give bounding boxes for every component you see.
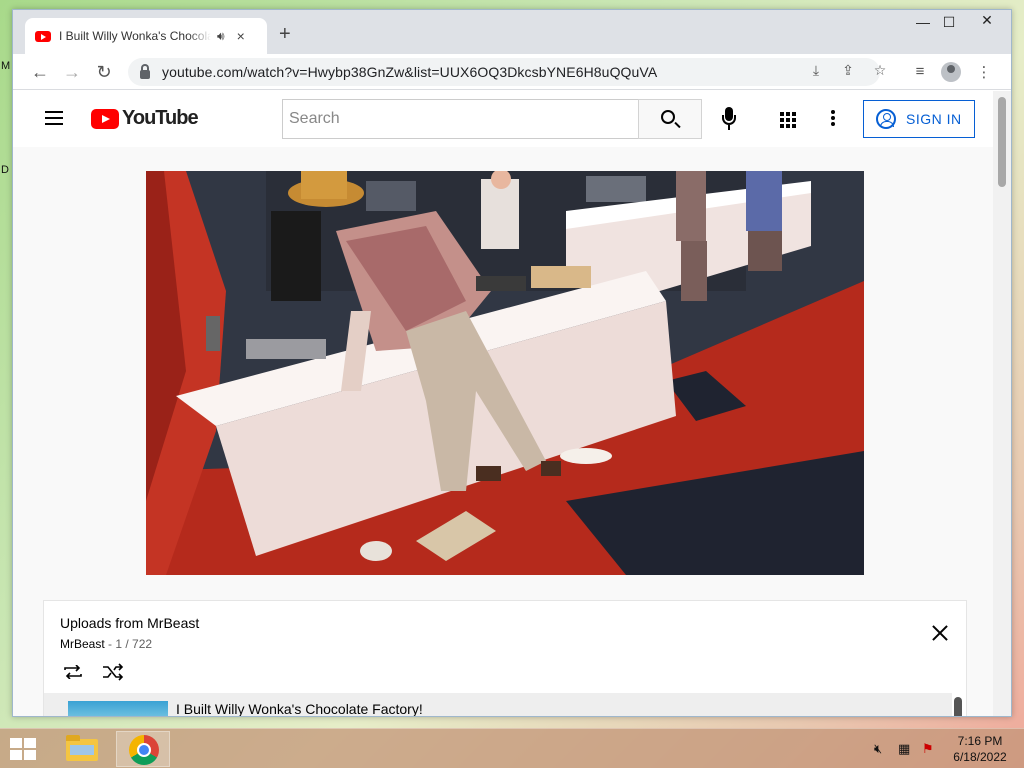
youtube-header: YouTube Search SIGN IN xyxy=(13,91,993,147)
youtube-logo-text: YouTube xyxy=(122,107,199,129)
microphone-icon[interactable] xyxy=(719,107,741,131)
search-icon xyxy=(661,110,675,124)
apps-grid-icon[interactable] xyxy=(780,112,796,128)
loop-icon[interactable] xyxy=(62,665,84,679)
playlist-position: - 1 / 722 xyxy=(104,637,153,651)
reload-button[interactable]: ↻ xyxy=(93,61,115,83)
start-button[interactable] xyxy=(10,738,38,762)
video-player[interactable] xyxy=(146,171,864,575)
action-center-alert-icon[interactable]: ⚑ xyxy=(922,741,934,757)
tab-title: I Built Willy Wonka's Chocolate Factory! xyxy=(59,29,211,43)
playlist-title[interactable]: Uploads from MrBeast xyxy=(60,615,199,631)
taskbar-chrome[interactable] xyxy=(116,731,170,767)
taskbar: 🔇︎ ▦ ⚑ 7:16 PM 6/18/2022 xyxy=(0,728,1024,768)
playlist-owner[interactable]: MrBeast xyxy=(60,637,105,651)
star-icon[interactable]: ☆ xyxy=(870,62,890,79)
system-clock[interactable]: 7:16 PM 6/18/2022 xyxy=(950,733,1010,765)
browser-tab[interactable]: I Built Willy Wonka's Chocolate Factory!… xyxy=(25,18,267,54)
playlist-panel: Uploads from MrBeast MrBeast - 1 / 722 I… xyxy=(43,600,967,716)
search-input[interactable]: Search xyxy=(282,99,639,139)
chrome-icon xyxy=(129,735,159,765)
file-explorer-icon xyxy=(66,735,98,761)
profile-icon[interactable] xyxy=(941,62,961,82)
playlist-item[interactable]: I Built Willy Wonka's Chocolate Factory! xyxy=(44,693,952,716)
forward-button[interactable]: → xyxy=(61,61,83,83)
user-icon xyxy=(876,109,896,129)
hamburger-menu-icon[interactable] xyxy=(45,111,63,125)
page-scrollbar-thumb[interactable] xyxy=(998,97,1006,187)
shuffle-icon[interactable] xyxy=(102,663,124,681)
close-playlist-icon[interactable] xyxy=(932,625,948,641)
youtube-logo[interactable]: YouTube xyxy=(91,107,199,130)
playlist-meta: MrBeast - 1 / 722 xyxy=(60,637,152,651)
tab-close-button[interactable]: × xyxy=(237,28,245,44)
desktop-icon-label: M xyxy=(1,60,11,72)
lock-icon[interactable] xyxy=(140,63,150,79)
video-frame-image xyxy=(146,171,864,575)
youtube-play-icon xyxy=(91,108,119,129)
settings-menu-icon[interactable] xyxy=(831,110,835,128)
menu-icon[interactable]: ⋮ xyxy=(973,63,995,81)
volume-muted-icon[interactable]: 🔇︎ xyxy=(874,741,882,757)
youtube-page: YouTube Search SIGN IN Uploads from MrBe… xyxy=(13,91,1011,716)
close-window-button[interactable]: ✕ xyxy=(967,12,1007,34)
taskbar-file-explorer[interactable] xyxy=(54,731,108,767)
playlist-item-thumbnail[interactable] xyxy=(68,701,168,716)
minimize-button[interactable]: — xyxy=(909,14,937,30)
media-control-icon[interactable]: ≡ xyxy=(909,63,931,80)
playlist-scrollbar-thumb[interactable] xyxy=(954,697,962,716)
new-tab-button[interactable]: + xyxy=(279,24,291,44)
playlist-item-title[interactable]: I Built Willy Wonka's Chocolate Factory! xyxy=(176,701,423,716)
page-scrollbar[interactable] xyxy=(993,91,1011,716)
install-icon[interactable]: ⤓ xyxy=(806,62,826,79)
tab-strip: I Built Willy Wonka's Chocolate Factory!… xyxy=(13,10,1011,54)
speaker-icon[interactable]: 🔊︎ xyxy=(217,29,225,44)
clock-date: 6/18/2022 xyxy=(953,750,1007,764)
url-text[interactable]: youtube.com/watch?v=Hwybp38GnZw&list=UUX… xyxy=(162,64,657,80)
desktop-icon-label: D xyxy=(1,164,9,176)
network-icon[interactable]: ▦ xyxy=(898,741,910,757)
sign-in-button[interactable]: SIGN IN xyxy=(863,100,975,138)
sign-in-label: SIGN IN xyxy=(906,111,962,127)
clock-time: 7:16 PM xyxy=(957,734,1003,748)
address-bar[interactable]: youtube.com/watch?v=Hwybp38GnZw&list=UUX… xyxy=(128,58,880,86)
browser-toolbar: ← → ↻ youtube.com/watch?v=Hwybp38GnZw&li… xyxy=(13,54,1011,90)
back-button[interactable]: ← xyxy=(29,61,51,83)
share-icon[interactable]: ⇪ xyxy=(838,62,858,79)
maximize-button[interactable]: ☐ xyxy=(935,14,963,31)
browser-window: I Built Willy Wonka's Chocolate Factory!… xyxy=(12,9,1012,717)
youtube-favicon-icon xyxy=(35,30,51,42)
search-button[interactable] xyxy=(638,99,702,139)
